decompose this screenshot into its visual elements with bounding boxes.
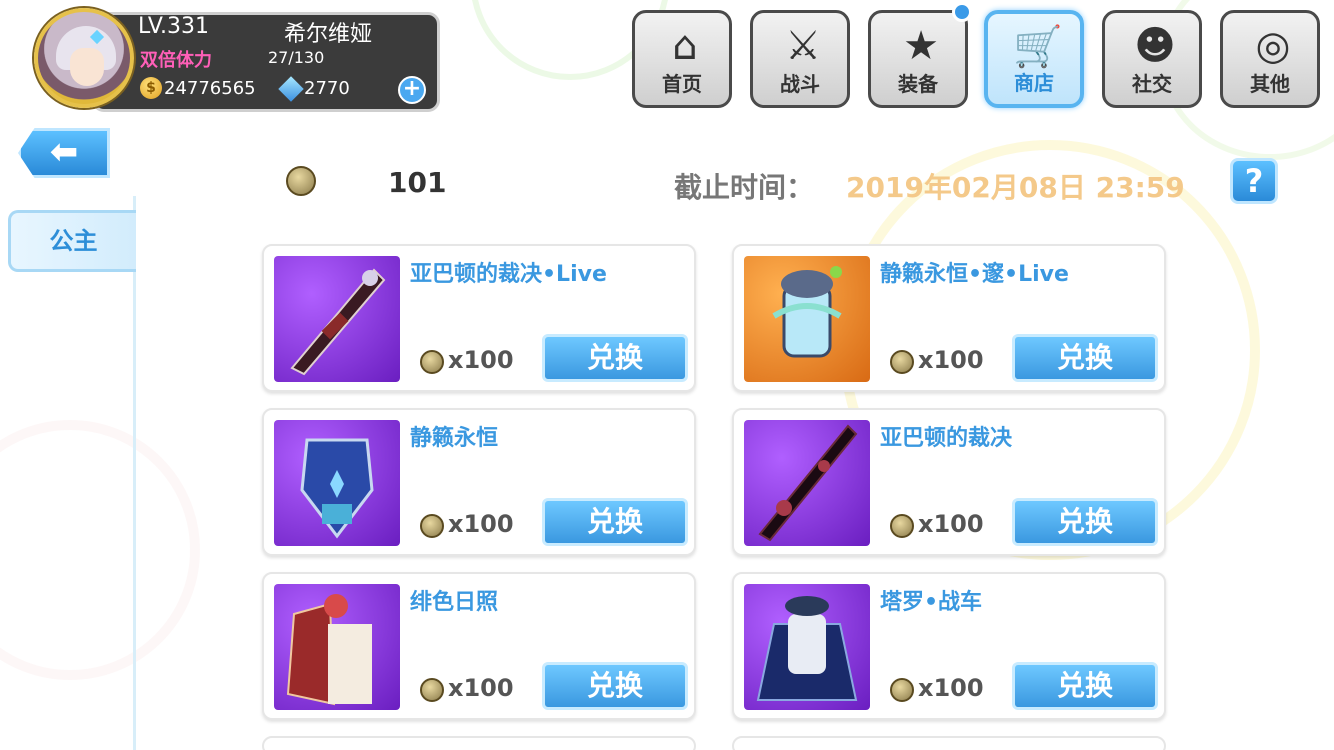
nav-label: 首页 (662, 72, 702, 96)
nav-home-button[interactable]: ⌂ 首页 (632, 10, 732, 108)
dark-sword-icon (758, 424, 858, 542)
item-price: x100 (918, 674, 984, 702)
add-currency-button[interactable]: + (398, 76, 426, 104)
exchange-button[interactable]: 兑换 (542, 498, 688, 546)
price-coin-icon (420, 514, 444, 538)
gun-star-icon: ★ (903, 23, 939, 69)
weapon-sword-icon (290, 268, 386, 376)
shop-item-card-partial (732, 736, 1166, 750)
exchange-button[interactable]: 兑换 (1012, 662, 1158, 710)
shop-currency-icon (286, 166, 316, 196)
shop-item-card: 亚巴顿的裁决 x100 兑换 (732, 408, 1166, 556)
nav-label: 商店 (1014, 71, 1054, 95)
help-button[interactable]: ? (1230, 158, 1278, 204)
deadline-label: 截止时间： (674, 171, 815, 204)
player-name: 希尔维娅 (284, 22, 373, 47)
item-image (274, 256, 400, 382)
exchange-button[interactable]: 兑换 (542, 334, 688, 382)
item-image (274, 420, 400, 546)
item-price: x100 (918, 346, 984, 374)
exchange-button[interactable]: 兑换 (1012, 498, 1158, 546)
item-price: x100 (918, 510, 984, 538)
nav-battle-button[interactable]: ⚔ 战斗 (750, 10, 850, 108)
gold-amount: 24776565 (164, 78, 256, 99)
player-panel: LV.331 希尔维娅 双倍体力 27/130 $ 24776565 2770 … (34, 8, 440, 112)
item-price: x100 (448, 674, 514, 702)
price-coin-icon (890, 350, 914, 374)
diamond-icon (278, 76, 304, 102)
sidebar (0, 196, 136, 750)
nav-other-button[interactable]: ◎ 其他 (1220, 10, 1320, 108)
exchange-button[interactable]: 兑换 (542, 662, 688, 710)
item-image (744, 420, 870, 546)
exchange-button[interactable]: 兑换 (1012, 334, 1158, 382)
nav-equipment-button[interactable]: ★ 装备 (868, 10, 968, 108)
shop-currency-amount: 101 (388, 166, 447, 199)
stamina-value: 27/130 (268, 48, 325, 67)
home-icon: ⌂ (672, 23, 698, 69)
item-image (274, 584, 400, 710)
item-title: 亚巴顿的裁决 (880, 426, 1013, 451)
red-outfit-icon (286, 594, 372, 706)
shop-item-card: 塔罗•战车 x100 兑换 (732, 572, 1166, 720)
player-level: LV.331 (138, 14, 210, 39)
nav-shop-button[interactable]: 🛒 商店 (984, 10, 1084, 108)
item-title: 亚巴顿的裁决•Live (410, 262, 607, 287)
shop-item-card: 绯色日照 x100 兑换 (262, 572, 696, 720)
back-button[interactable]: ⬅ (18, 128, 110, 178)
crystal-shield-icon (772, 266, 842, 358)
item-image (744, 584, 870, 710)
item-title: 静籁永恒•邃•Live (880, 262, 1069, 287)
blue-shield-icon (300, 438, 374, 539)
gold-coin-icon: $ (140, 77, 162, 99)
price-coin-icon (890, 678, 914, 702)
shop-item-card-partial (262, 736, 696, 750)
currency-row: $ 24776565 2770 + (140, 76, 440, 104)
gear-other-icon: ◎ (1255, 23, 1291, 69)
shop-cart-icon: 🛒 (1013, 24, 1063, 70)
item-price: x100 (448, 346, 514, 374)
price-coin-icon (420, 678, 444, 702)
price-coin-icon (420, 350, 444, 374)
swords-icon: ⚔ (785, 23, 821, 69)
stamina-label: 双倍体力 (140, 50, 212, 71)
nav-social-button[interactable]: ☻ 社交 (1102, 10, 1202, 108)
item-price: x100 (448, 510, 514, 538)
nav-label: 社交 (1132, 72, 1172, 96)
nav-label: 战斗 (780, 72, 820, 96)
shop-item-card: 静籁永恒•邃•Live x100 兑换 (732, 244, 1166, 392)
player-avatar[interactable] (34, 8, 134, 108)
gem-amount: 2770 (304, 78, 350, 99)
item-title: 塔罗•战车 (880, 590, 983, 615)
deadline-value: 2019年02月08日 23:59 (846, 171, 1185, 204)
item-image (744, 256, 870, 382)
armor-outfit-icon (756, 596, 858, 701)
shop-item-card: 静籁永恒 x100 兑换 (262, 408, 696, 556)
shop-item-card: 亚巴顿的裁决•Live x100 兑换 (262, 244, 696, 392)
social-face-icon: ☻ (1134, 23, 1176, 69)
price-coin-icon (890, 514, 914, 538)
notification-dot (952, 2, 972, 22)
tab-princess[interactable]: 公主 (8, 210, 136, 272)
item-title: 绯色日照 (410, 590, 499, 615)
item-title: 静籁永恒 (410, 426, 499, 451)
nav-label: 其他 (1250, 72, 1290, 96)
nav-label: 装备 (898, 72, 938, 96)
